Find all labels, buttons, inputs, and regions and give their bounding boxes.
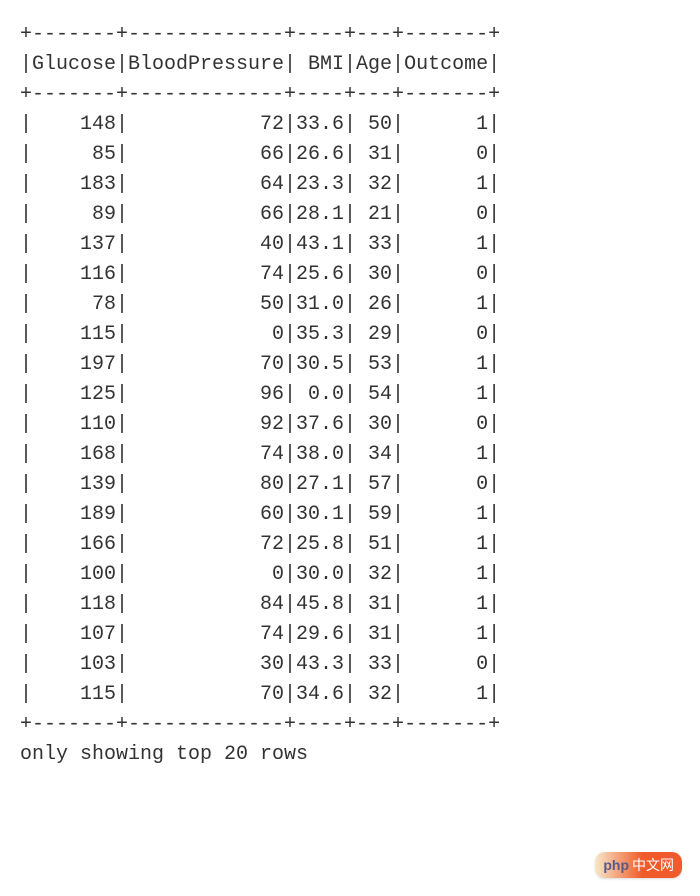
dataframe-output: +-------+-------------+----+---+-------+… [20,20,680,770]
watermark-suffix: 中文网 [632,855,674,875]
watermark-badge: php 中文网 [595,852,682,878]
watermark-brand: php [603,857,629,873]
